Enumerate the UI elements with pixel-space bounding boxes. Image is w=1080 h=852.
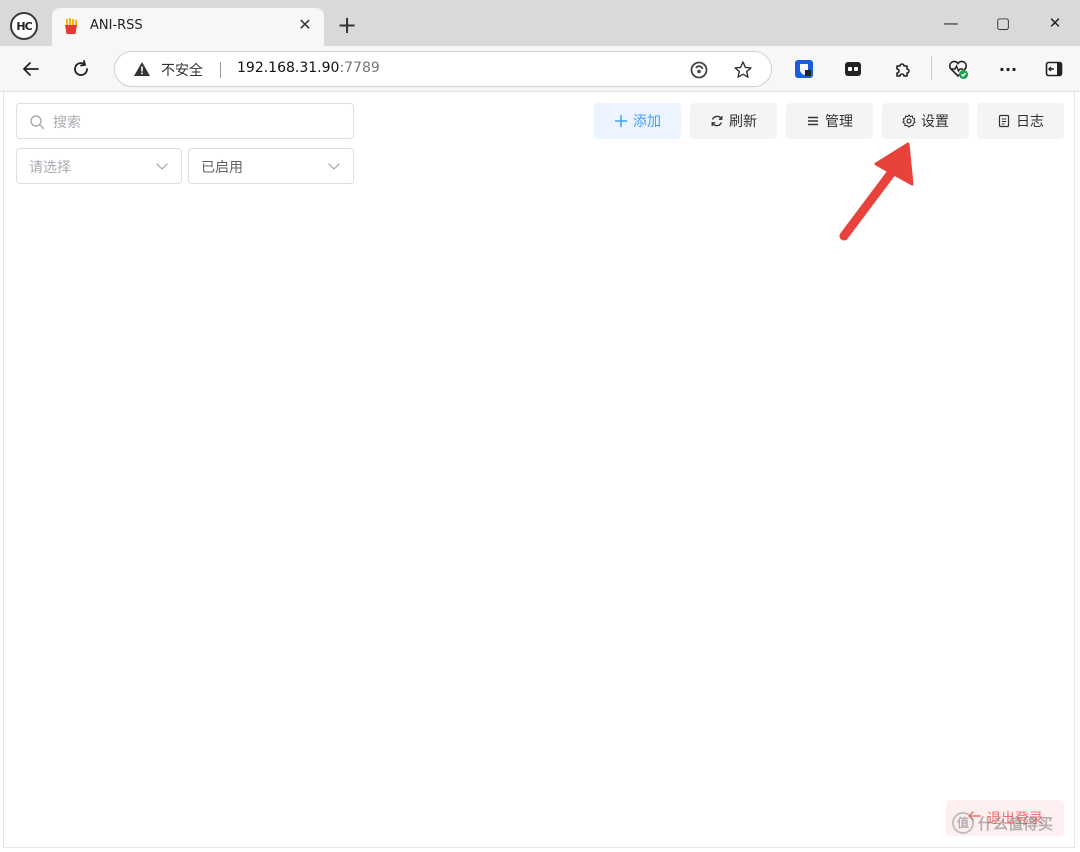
search-icon: [30, 115, 45, 130]
list-icon: [806, 114, 820, 128]
refresh-icon: [710, 114, 724, 128]
browser-tab[interactable]: ANI-RSS ✕: [52, 8, 324, 46]
browser-toolbar: 不安全 192.168.31.90:7789 ···: [0, 46, 1080, 92]
refresh-button-label: 刷新: [729, 114, 757, 130]
maximize-button[interactable]: ▢: [980, 8, 1026, 38]
watermark-text: 什么值得买: [978, 814, 1054, 833]
url-host: 192.168.31.90: [237, 60, 340, 76]
search-placeholder: 搜索: [53, 115, 81, 131]
address-bar[interactable]: 不安全 192.168.31.90:7789: [114, 51, 772, 87]
url-text[interactable]: 192.168.31.90:7789: [237, 60, 380, 76]
add-button-label: 添加: [633, 114, 661, 130]
log-button[interactable]: 日志: [977, 103, 1064, 139]
tab-manager-icon[interactable]: [840, 56, 866, 82]
close-window-button[interactable]: ✕: [1032, 8, 1078, 38]
security-label[interactable]: 不安全: [161, 60, 203, 80]
gear-icon: [902, 114, 916, 128]
filter-select[interactable]: 请选择: [16, 148, 182, 184]
back-button[interactable]: [16, 54, 46, 84]
read-aloud-icon[interactable]: [689, 60, 709, 80]
log-button-label: 日志: [1016, 114, 1044, 130]
extensions-puzzle-icon[interactable]: [890, 56, 916, 82]
sidebar-toggle-icon[interactable]: [1041, 56, 1067, 82]
reload-icon: [74, 60, 88, 76]
address-divider: [220, 62, 221, 78]
search-input[interactable]: 搜索: [16, 103, 354, 139]
tab-close-icon[interactable]: ✕: [296, 16, 314, 34]
bitwarden-icon[interactable]: [791, 56, 817, 82]
profile-avatar[interactable]: HC: [10, 12, 38, 40]
watermark: 值 什么值得买: [952, 812, 1053, 834]
new-tab-button[interactable]: +: [333, 12, 361, 40]
browser-tab-strip: HC ANI-RSS ✕ + — ▢ ✕: [0, 0, 1080, 46]
filter-select-placeholder: 请选择: [29, 160, 71, 176]
back-arrow-icon: [23, 62, 39, 76]
health-monitor-icon[interactable]: [945, 56, 971, 82]
manage-button[interactable]: 管理: [786, 103, 873, 139]
tab-title: ANI-RSS: [90, 18, 143, 33]
refresh-button[interactable]: 刷新: [690, 103, 777, 139]
document-icon: [997, 114, 1011, 128]
chevron-down-icon: [156, 163, 168, 170]
status-select[interactable]: 已启用: [188, 148, 354, 184]
browser-menu-button[interactable]: ···: [995, 56, 1021, 82]
url-port: :7789: [339, 60, 380, 76]
watermark-badge: 值: [952, 812, 974, 834]
minimize-button[interactable]: —: [928, 8, 974, 38]
profile-initials: HC: [16, 19, 32, 33]
annotation-arrow: [839, 142, 914, 241]
chevron-down-icon: [328, 163, 340, 170]
status-select-value: 已启用: [201, 160, 243, 176]
reload-button[interactable]: [66, 54, 96, 84]
manage-button-label: 管理: [825, 114, 853, 130]
fries-icon: [65, 18, 77, 34]
settings-button-label: 设置: [921, 114, 949, 130]
toolbar-divider: [931, 56, 932, 80]
plus-icon: [614, 114, 628, 128]
favorite-star-icon[interactable]: [733, 60, 753, 80]
warning-icon: [134, 62, 150, 76]
settings-button[interactable]: 设置: [882, 103, 969, 139]
add-button[interactable]: 添加: [594, 103, 681, 139]
